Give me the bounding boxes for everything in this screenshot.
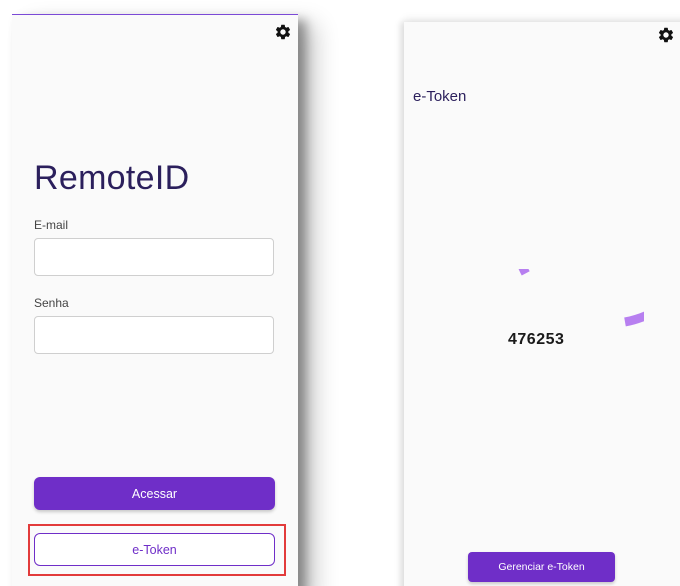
password-field[interactable] — [34, 316, 274, 354]
gear-icon[interactable] — [657, 26, 675, 44]
etoken-screen: e-Token 476253 Gerenciar e-Token — [404, 22, 680, 586]
app-title: RemoteID — [34, 159, 190, 197]
manage-etoken-button[interactable]: Gerenciar e-Token — [468, 552, 615, 582]
top-divider — [12, 14, 298, 15]
token-code: 476253 — [508, 331, 565, 348]
countdown-ring — [518, 269, 644, 327]
countdown-arc — [518, 269, 644, 327]
etoken-button[interactable]: e-Token — [34, 533, 275, 566]
screen-title: e-Token — [413, 88, 467, 105]
email-label: E-mail — [34, 218, 69, 232]
screenshot-stage: RemoteID E-mail Senha Acessar e-Token e-… — [0, 0, 680, 586]
password-label: Senha — [34, 296, 69, 310]
login-screen: RemoteID E-mail Senha Acessar e-Token — [12, 14, 298, 586]
gear-icon[interactable] — [274, 23, 292, 41]
email-field[interactable] — [34, 238, 274, 276]
access-button[interactable]: Acessar — [34, 477, 275, 510]
